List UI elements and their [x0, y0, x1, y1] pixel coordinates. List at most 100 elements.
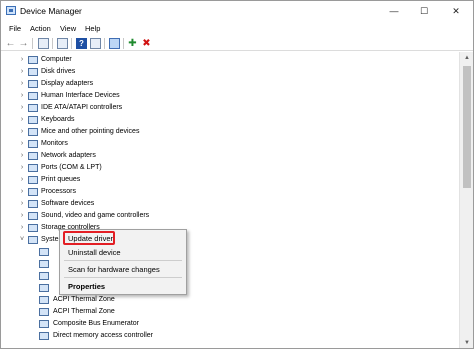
- tree-item-acpi-thermal-zone[interactable]: ACPI Thermal Zone: [1, 306, 459, 318]
- tree-item-print-queues[interactable]: › Print queues: [1, 174, 459, 186]
- chevron-right-icon[interactable]: ›: [18, 222, 26, 234]
- scroll-thumb[interactable]: [463, 66, 471, 188]
- close-button[interactable]: ✕: [439, 1, 473, 22]
- toolbar-separator: [104, 38, 105, 49]
- tree-item-label: Disk drives: [41, 68, 76, 75]
- update-driver-menu-item[interactable]: Update driver: [60, 232, 186, 245]
- chevron-right-icon[interactable]: ›: [18, 66, 26, 78]
- tree-item-keyboards[interactable]: › Keyboards: [1, 114, 459, 126]
- tree-item-software-devices[interactable]: › Software devices: [1, 198, 459, 210]
- tree-item-label: IDE ATA/ATAPI controllers: [41, 104, 123, 111]
- system-device-icon: [39, 248, 49, 256]
- disk-drive-icon: [28, 68, 38, 76]
- chevron-right-icon[interactable]: ›: [18, 150, 26, 162]
- chevron-right-icon[interactable]: ›: [18, 78, 26, 90]
- menu-file[interactable]: File: [9, 24, 21, 34]
- tree-item-label: Direct memory access controller: [53, 332, 153, 339]
- chevron-down-icon[interactable]: ˅: [18, 234, 26, 246]
- tree-item-label: Display adapters: [41, 80, 94, 87]
- menu-help[interactable]: Help: [85, 24, 100, 34]
- tree-item-mice[interactable]: › Mice and other pointing devices: [1, 126, 459, 138]
- tree-item-acpi-thermal-zone[interactable]: ACPI Thermal Zone: [1, 294, 459, 306]
- enable-device-icon[interactable]: ✚: [127, 38, 138, 49]
- tree-item-label: Network adapters: [41, 152, 96, 159]
- forward-arrow-icon[interactable]: →: [18, 38, 29, 49]
- system-device-icon: [39, 320, 49, 328]
- toolbar: ← → ? ✚ ✖: [1, 36, 473, 51]
- chevron-right-icon[interactable]: ›: [18, 198, 26, 210]
- ide-controller-icon: [28, 104, 38, 112]
- speaker-icon: [28, 212, 38, 220]
- view-icon[interactable]: [90, 38, 101, 49]
- device-manager-window: Device Manager — ☐ ✕ File Action View He…: [0, 0, 474, 349]
- scan-hardware-icon[interactable]: [109, 38, 120, 49]
- chevron-right-icon[interactable]: ›: [18, 54, 26, 66]
- help-icon[interactable]: ?: [76, 38, 87, 49]
- chevron-right-icon[interactable]: ›: [18, 138, 26, 150]
- network-adapter-icon: [28, 152, 38, 160]
- menu-view[interactable]: View: [60, 24, 76, 34]
- tree-item-dma-controller[interactable]: Direct memory access controller: [1, 330, 459, 342]
- tree-item-ports[interactable]: › Ports (COM & LPT): [1, 162, 459, 174]
- tree-item-ide[interactable]: › IDE ATA/ATAPI controllers: [1, 102, 459, 114]
- chevron-right-icon[interactable]: ›: [18, 162, 26, 174]
- tree-item-computer[interactable]: › Computer: [1, 54, 459, 66]
- scan-hardware-menu-item[interactable]: Scan for hardware changes: [60, 263, 186, 276]
- window-title: Device Manager: [20, 6, 82, 16]
- chevron-right-icon[interactable]: ›: [18, 126, 26, 138]
- tree-item-label: Mice and other pointing devices: [41, 128, 140, 135]
- tree-item-display-adapters[interactable]: › Display adapters: [1, 78, 459, 90]
- scroll-down-icon[interactable]: ▼: [460, 337, 473, 348]
- tree-item-label: Processors: [41, 188, 77, 195]
- chevron-right-icon[interactable]: ›: [18, 210, 26, 222]
- chevron-right-icon[interactable]: ›: [18, 114, 26, 126]
- tree-item-network-adapters[interactable]: › Network adapters: [1, 150, 459, 162]
- properties-icon[interactable]: [38, 38, 49, 49]
- storage-controller-icon: [28, 224, 38, 232]
- properties-menu-item[interactable]: Properties: [60, 280, 186, 293]
- minimize-button[interactable]: —: [379, 1, 409, 22]
- vertical-scrollbar[interactable]: ▲ ▼: [459, 52, 473, 348]
- toolbar-separator: [32, 38, 33, 49]
- tree-item-disk-drives[interactable]: › Disk drives: [1, 66, 459, 78]
- tree-item-label: ACPI Thermal Zone: [53, 308, 115, 315]
- chevron-right-icon[interactable]: ›: [18, 186, 26, 198]
- menu-separator: [64, 260, 182, 261]
- title-bar: Device Manager — ☐ ✕: [1, 1, 473, 22]
- system-device-icon: [39, 332, 49, 340]
- processor-icon: [28, 188, 38, 196]
- system-device-icon: [39, 284, 49, 292]
- tree-item-hid[interactable]: › Human Interface Devices: [1, 90, 459, 102]
- system-device-icon: [28, 236, 38, 244]
- update-driver-icon[interactable]: [57, 38, 68, 49]
- tree-item-composite-bus[interactable]: Composite Bus Enumerator: [1, 318, 459, 330]
- system-device-icon: [39, 272, 49, 280]
- menu-action[interactable]: Action: [30, 24, 51, 34]
- back-arrow-icon[interactable]: ←: [5, 38, 16, 49]
- tree-item-monitors[interactable]: › Monitors: [1, 138, 459, 150]
- toolbar-separator: [123, 38, 124, 49]
- tree-item-sound[interactable]: › Sound, video and game controllers: [1, 210, 459, 222]
- context-menu: Update driver Uninstall device Scan for …: [59, 229, 187, 295]
- chevron-right-icon[interactable]: ›: [18, 102, 26, 114]
- tree-item-label: ACPI Thermal Zone: [53, 296, 115, 303]
- tree-item-label: Keyboards: [41, 116, 75, 123]
- software-device-icon: [28, 200, 38, 208]
- uninstall-device-icon[interactable]: ✖: [141, 38, 152, 49]
- device-tree: › Computer › Disk drives › Display adapt…: [1, 52, 459, 348]
- tree-item-label: Print queues: [41, 176, 81, 183]
- uninstall-device-menu-item[interactable]: Uninstall device: [60, 246, 186, 259]
- tree-item-processors[interactable]: › Processors: [1, 186, 459, 198]
- maximize-button[interactable]: ☐: [409, 1, 439, 22]
- system-device-icon: [39, 296, 49, 304]
- toolbar-separator: [52, 38, 53, 49]
- tree-item-label: Ports (COM & LPT): [41, 164, 102, 171]
- chevron-right-icon[interactable]: ›: [18, 90, 26, 102]
- menu-separator: [64, 277, 182, 278]
- chevron-right-icon[interactable]: ›: [18, 174, 26, 186]
- tree-item-label: Monitors: [41, 140, 68, 147]
- port-icon: [28, 164, 38, 172]
- scroll-up-icon[interactable]: ▲: [460, 52, 473, 64]
- monitor-icon: [28, 140, 38, 148]
- system-device-icon: [39, 308, 49, 316]
